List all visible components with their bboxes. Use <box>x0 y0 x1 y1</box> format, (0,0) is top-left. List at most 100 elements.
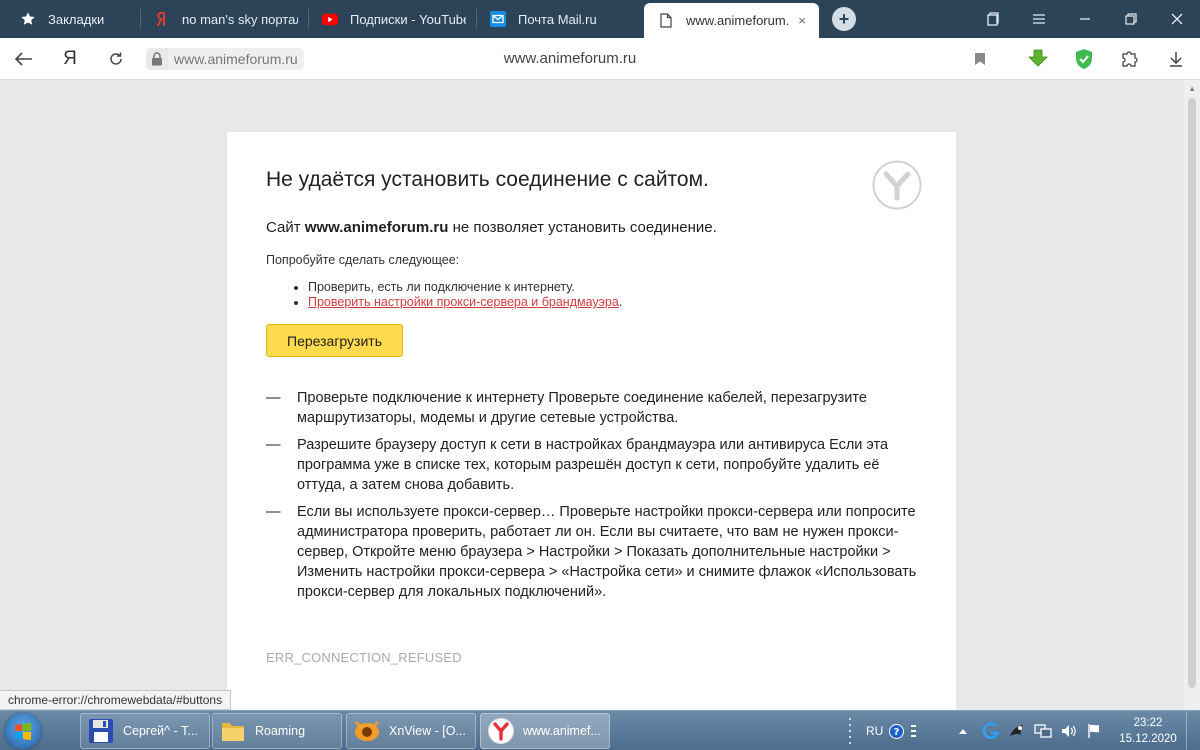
download-icon <box>1170 52 1182 67</box>
language-indicator[interactable]: RU <box>866 711 883 750</box>
error-host: www.animeforum.ru <box>304 219 449 236</box>
tab-animeforum[interactable]: www.animeforum.ru × <box>644 3 819 38</box>
task-notepad[interactable]: Сергей^ - Т... <box>80 713 210 749</box>
download-arrow-icon <box>1028 49 1048 67</box>
close-window-button[interactable] <box>1154 0 1200 38</box>
svg-text:?: ? <box>894 727 900 738</box>
task-label: XnView - [O... <box>389 724 466 738</box>
try-list: Проверить, есть ли подключение к интерне… <box>308 280 622 310</box>
tab-nms-portal[interactable]: no man's sky портал <box>140 0 308 38</box>
floppy-icon <box>87 717 115 745</box>
tab-label: www.animeforum.ru <box>686 13 789 28</box>
task-label: Сергей^ - Т... <box>123 724 198 738</box>
youtube-icon <box>322 11 338 27</box>
tabs-overview-button[interactable] <box>970 0 1016 38</box>
list-item: — Если вы используете прокси-сервер… Про… <box>266 504 917 600</box>
minimize-button[interactable] <box>1062 0 1108 38</box>
list-item: — Разрешите браузеру доступ к сети в нас… <box>266 437 889 493</box>
reload-page-button[interactable] <box>104 47 128 71</box>
list-item: Проверить настройки прокси-сервера и бра… <box>308 295 622 310</box>
clock-time: 23:22 <box>1133 717 1163 729</box>
error-lead: Сайт www.animeforum.ru не позволяет уста… <box>266 219 717 236</box>
download-master-button[interactable] <box>1026 47 1050 71</box>
task-xnview[interactable]: XnView - [O... <box>346 713 476 749</box>
downloads-button[interactable] <box>1164 47 1188 71</box>
yandex-browser-icon <box>487 717 515 745</box>
error-card: Не удаётся установить соединение с сайто… <box>227 132 956 710</box>
folder-icon <box>219 717 247 745</box>
arrow-left-icon <box>15 52 32 66</box>
menu-button[interactable] <box>1016 0 1062 38</box>
clock-date: 15.12.2020 <box>1119 733 1177 745</box>
star-icon <box>20 11 36 27</box>
xnview-icon <box>353 717 381 745</box>
taskbar: Сергей^ - Т... Roaming XnView - [O... ww… <box>0 710 1200 750</box>
shield-icon <box>1076 49 1092 69</box>
yandex-icon <box>154 11 170 27</box>
error-code: ERR_CONNECTION_REFUSED <box>266 650 462 665</box>
new-tab-button[interactable]: + <box>819 0 869 38</box>
list-item: Проверить, есть ли подключение к интерне… <box>308 280 622 295</box>
show-hidden-icons[interactable] <box>958 711 968 750</box>
reload-button[interactable]: Перезагрузить <box>266 324 403 357</box>
address-field[interactable]: www.animeforum.ru <box>146 47 304 71</box>
yandex-browser-logo-icon <box>872 160 922 210</box>
lock-icon[interactable] <box>146 48 168 70</box>
mail-icon <box>490 11 506 27</box>
tab-label: no man's sky портал <box>182 11 298 27</box>
error-title: Не удаётся установить соединение с сайто… <box>266 168 709 191</box>
advice-list: — Проверьте подключение к интернету Пров… <box>266 388 926 609</box>
close-icon <box>1171 13 1183 25</box>
help-icon[interactable]: ? <box>889 711 904 750</box>
bookmark-button[interactable] <box>968 47 992 71</box>
page-title: www.animeforum.ru <box>503 50 637 67</box>
proxy-settings-link[interactable]: Проверить настройки прокси-сервера и бра… <box>308 295 619 309</box>
tab-bookmarks[interactable]: Закладки <box>0 0 140 38</box>
task-browser[interactable]: www.animef... <box>480 713 610 749</box>
antivirus-tray-icon[interactable] <box>1008 711 1026 750</box>
scrollbar[interactable]: ▲ <box>1184 80 1200 710</box>
chevron-up-icon <box>959 729 967 734</box>
page-viewport: Не удаётся установить соединение с сайто… <box>0 80 1200 710</box>
language-options-icon[interactable] <box>910 711 918 750</box>
windows-logo-icon <box>15 723 31 740</box>
task-label: Roaming <box>255 724 306 738</box>
close-tab-icon[interactable]: × <box>795 13 809 28</box>
yandex-home-button[interactable]: Я <box>58 47 82 71</box>
app-tray-icon[interactable] <box>982 711 1000 750</box>
tab-label: Почта Mail.ru <box>518 11 597 27</box>
refresh-icon <box>110 52 122 65</box>
status-url: chrome-error://chromewebdata/#buttons <box>0 690 232 710</box>
scroll-thumb[interactable] <box>1188 98 1196 688</box>
page-icon <box>658 13 674 29</box>
list-item: — Проверьте подключение к интернету Пров… <box>266 390 867 426</box>
minimize-icon <box>1080 18 1090 20</box>
network-icon[interactable] <box>1034 711 1052 750</box>
show-desktop-button[interactable] <box>1186 711 1200 750</box>
navigation-bar: Я www.animeforum.ru www.animeforum.ru <box>0 38 1200 80</box>
try-label: Попробуйте сделать следующее: <box>266 253 460 267</box>
tab-youtube[interactable]: Подписки - YouTube <box>308 0 476 38</box>
tab-mail[interactable]: Почта Mail.ru <box>476 0 644 38</box>
extensions-button[interactable] <box>1118 47 1142 71</box>
plus-icon: + <box>832 7 856 31</box>
scroll-up-icon[interactable]: ▲ <box>1188 84 1196 93</box>
restore-icon <box>1125 13 1137 25</box>
protect-button[interactable] <box>1072 47 1096 71</box>
puzzle-icon <box>1122 51 1138 67</box>
hamburger-icon <box>1033 14 1045 24</box>
restore-button[interactable] <box>1108 0 1154 38</box>
bookmark-icon <box>975 53 985 65</box>
tabs-icon <box>987 12 999 26</box>
flag-icon[interactable] <box>1086 711 1102 750</box>
task-label: www.animef... <box>523 724 601 738</box>
tab-strip: Закладки no man's sky портал Подписки - … <box>0 0 1200 38</box>
clock[interactable]: 23:22 15.12.2020 <box>1118 715 1178 747</box>
tab-label: Подписки - YouTube <box>350 11 466 27</box>
back-button[interactable] <box>12 47 36 71</box>
task-roaming[interactable]: Roaming <box>212 713 342 749</box>
start-button[interactable] <box>5 713 41 749</box>
address-host: www.animeforum.ru <box>168 48 304 70</box>
tab-label: Закладки <box>48 11 105 27</box>
volume-icon[interactable] <box>1060 711 1078 750</box>
